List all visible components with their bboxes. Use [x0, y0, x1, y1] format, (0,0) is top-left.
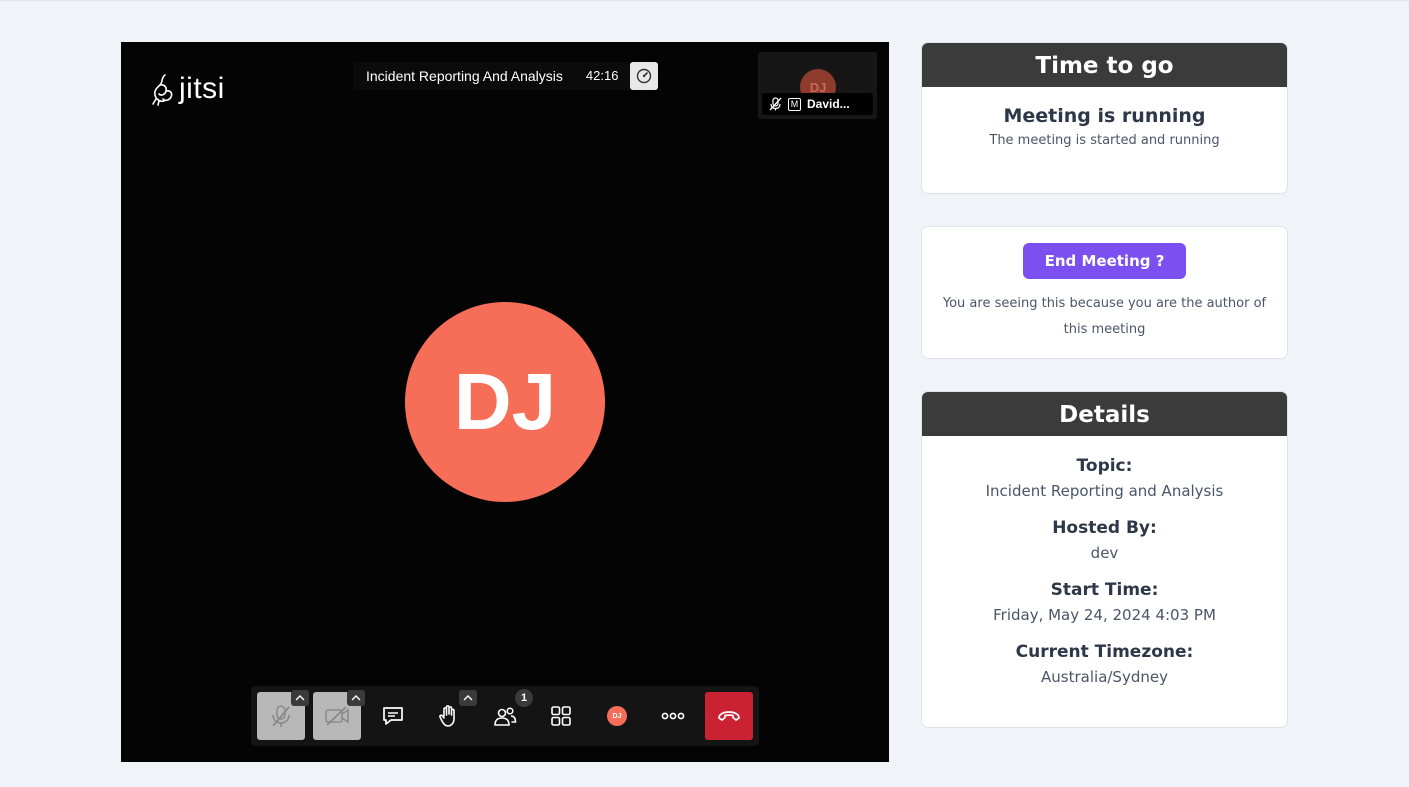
start-time-label: Start Time: [1050, 580, 1159, 600]
mic-muted-icon [769, 97, 782, 111]
end-meeting-button[interactable]: End Meeting ? [1023, 243, 1186, 279]
hang-up-button[interactable] [705, 692, 753, 740]
detail-host: Hosted By: dev [922, 518, 1287, 562]
detail-topic: Topic: Incident Reporting and Analysis [922, 456, 1287, 500]
jitsi-logo: jitsi [151, 72, 225, 106]
start-time-value: Friday, May 24, 2024 4:03 PM [993, 606, 1216, 624]
logo-text: jitsi [179, 72, 225, 105]
participant-name: David... [807, 97, 850, 111]
tile-view-button[interactable] [537, 692, 585, 740]
connection-quality-button[interactable] [630, 62, 659, 90]
author-note: You are seeing this because you are the … [942, 296, 1267, 337]
tile-view-icon [551, 706, 571, 726]
host-label: Hosted By: [1052, 518, 1157, 538]
thumbnail-status-bar: M David... [762, 93, 873, 115]
meeting-title-bar: Incident Reporting And Analysis 42:16 [353, 62, 659, 90]
mic-muted-icon [272, 705, 290, 727]
meeting-status-subtitle: The meeting is started and running [989, 133, 1220, 148]
chevron-up-icon [463, 695, 473, 701]
reactions-options-caret[interactable] [459, 690, 477, 706]
meeting-toolbar: 1 DJ [251, 686, 759, 746]
speedometer-icon [637, 68, 652, 84]
chat-icon [383, 707, 403, 725]
profile-button[interactable]: DJ [593, 692, 641, 740]
participants-icon [494, 707, 517, 726]
main-participant-avatar: DJ [405, 302, 605, 502]
timezone-label: Current Timezone: [1015, 642, 1194, 662]
topic-value: Incident Reporting and Analysis [985, 482, 1224, 500]
details-card-header: Details [922, 392, 1287, 436]
meeting-status-title: Meeting is running [1003, 105, 1206, 127]
participant-count-badge: 1 [515, 689, 533, 707]
raise-hand-icon [439, 705, 455, 727]
microphone-options-caret[interactable] [291, 690, 309, 706]
detail-timezone: Current Timezone: Australia/Sydney [922, 642, 1287, 686]
more-actions-button[interactable] [649, 692, 697, 740]
details-card: Details Topic: Incident Reporting and An… [921, 391, 1288, 728]
detail-start-time: Start Time: Friday, May 24, 2024 4:03 PM [922, 580, 1287, 624]
status-card-header: Time to go [922, 43, 1287, 87]
meeting-status-card: Time to go Meeting is running The meetin… [921, 42, 1288, 194]
camera-off-icon [325, 706, 349, 726]
author-actions-card: End Meeting ? You are seeing this becaus… [921, 226, 1288, 359]
top-divider [0, 0, 1409, 1]
timezone-value: Australia/Sydney [1041, 668, 1168, 686]
meeting-title: Incident Reporting And Analysis [353, 62, 576, 90]
profile-avatar: DJ [607, 706, 627, 726]
chevron-up-icon [351, 695, 361, 701]
topic-label: Topic: [1076, 456, 1133, 476]
participant-thumbnail[interactable]: DJ M David... [758, 52, 877, 119]
jitsi-bird-icon [152, 74, 173, 106]
meeting-timer: 42:16 [575, 62, 631, 90]
chat-button[interactable] [369, 692, 417, 740]
hang-up-icon [718, 711, 740, 721]
chevron-up-icon [295, 695, 305, 701]
moderator-badge: M [788, 97, 801, 111]
video-conference-panel[interactable]: jitsi Incident Reporting And Analysis 42… [121, 42, 889, 762]
camera-options-caret[interactable] [347, 690, 365, 706]
host-value: dev [1090, 544, 1119, 562]
more-horizontal-icon [661, 712, 685, 720]
